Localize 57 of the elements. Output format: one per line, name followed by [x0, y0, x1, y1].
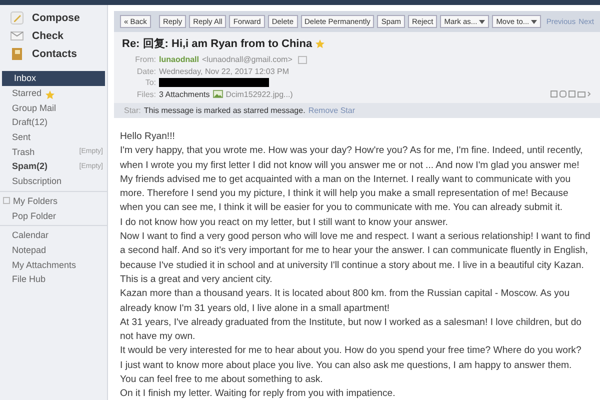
body-text-line: already know I'm 31 years old, I live alone in a small apartment!: [120, 302, 391, 316]
folder-item[interactable]: Sent: [0, 130, 107, 144]
address-book-icon: [10, 47, 24, 61]
remove-star-link[interactable]: Remove Star: [308, 106, 355, 115]
field-label: To:: [144, 78, 156, 88]
body-text-line: I just want to know more about place you live. You can also ask me questions, I am happy to answer them.: [120, 358, 573, 373]
pencil-icon: [10, 11, 24, 25]
body-text-line: I do not know how you react on my letter, but I still want to know your answer.: [120, 216, 449, 230]
sidebar-action[interactable]: Compose: [32, 12, 80, 24]
attachment-count[interactable]: 3 Attachments: [159, 90, 210, 99]
sender-name[interactable]: lunaodnall: [159, 55, 199, 64]
field-label: Files:: [136, 90, 156, 99]
folder-item[interactable]: Pop Folder: [0, 208, 107, 223]
body-text-line: Hello Ryan!!!: [120, 130, 176, 144]
contact-card-icon[interactable]: [298, 56, 308, 64]
body-text-line: because I've studied it in school and at university I'll continue a story about me. I live in a beautiful city Kazan.: [120, 258, 585, 273]
field-label: Date:: [136, 66, 156, 76]
folder-item[interactable]: My Folders: [0, 194, 107, 208]
body-text-line: not have my own.: [120, 330, 196, 344]
body-text-line: when I wrote you my first letter I did not know will you answer me or not ... And now I'm glad you answer me!: [120, 158, 580, 173]
image-icon: [212, 90, 223, 98]
body-text-line: a second half. And so it's very important for me to hear your the answer. I can communicate fluently in English,: [120, 244, 589, 258]
body-text-line: On it I finish my letter. Waiting for reply from you with impatience.: [120, 387, 396, 400]
body-text-line: Kazan more than a thousand years. It is located about 800 km. from the Russian capital - Moscow. As you: [120, 287, 571, 302]
sidebar-action[interactable]: Contacts: [32, 48, 77, 60]
body-text-line: more. Therefore I send you my picture, I think it will help you make a small representation of me! Because: [120, 187, 570, 202]
folder-item[interactable]: Notepad: [0, 242, 107, 258]
sidebar-action[interactable]: Check: [32, 30, 64, 42]
folder-item[interactable]: My Attachments: [0, 257, 107, 272]
date-text: Wednesday, Nov 22, 2017 12:03 PM: [159, 66, 290, 76]
star-notice: This message is marked as starred message.: [144, 106, 306, 115]
caret-icon: [479, 20, 486, 24]
body-text-line: My friends advised me to get acquainted with a man on the Internet. I really want to communicate with you: [120, 172, 572, 187]
folder-item[interactable]: Group Mail: [0, 100, 107, 116]
folder-item[interactable]: Inbox: [2, 71, 105, 86]
folder-item[interactable]: Calendar: [0, 228, 107, 243]
field-label: From:: [134, 55, 156, 64]
body-text-line: I'm very happy, that you wrote me. How was your day? How're you? As for me, I'm fine. Indeed, until recently,: [120, 144, 584, 158]
folder-item[interactable]: File Hub: [0, 272, 107, 287]
message-subject: Re: 回复: Hi,i am Ryan from to China: [122, 37, 312, 51]
body-text-line: You can feel free to me about something to ask.: [120, 373, 324, 388]
body-text-line: Now I want to find a very good person who will love me and respect. I want a serious relationship! I want to find: [120, 230, 592, 244]
body-text-line: At 31 years, I've already graduated from the Institute, but now I worked as a salesman! I love children, but do: [120, 316, 583, 330]
body-text-line: when you can see me, I think it will be easier for you to communicate with me. You can already submit it.: [120, 201, 564, 216]
star-icon[interactable]: [315, 38, 326, 48]
body-text-line: This is a great and very ancient city.: [120, 272, 274, 287]
sender-address: <lunaodnall@gmail.com>: [202, 55, 292, 64]
folder-item[interactable]: Starred: [0, 86, 107, 100]
message-tools-icon[interactable]: [550, 90, 592, 98]
body-text-line: It would be very interested for me to hear about you. How do you spend your free time? Where do you work?: [120, 344, 582, 358]
expand-icon[interactable]: [3, 197, 10, 204]
field-label: Star:: [124, 106, 141, 115]
caret-icon: [531, 20, 538, 24]
attachment-name[interactable]: Dcim152922.jpg...): [226, 90, 293, 99]
folder-item[interactable]: Subscription: [0, 174, 107, 188]
envelope-icon: [10, 29, 24, 43]
folder-item[interactable]: Draft(12): [0, 115, 107, 130]
